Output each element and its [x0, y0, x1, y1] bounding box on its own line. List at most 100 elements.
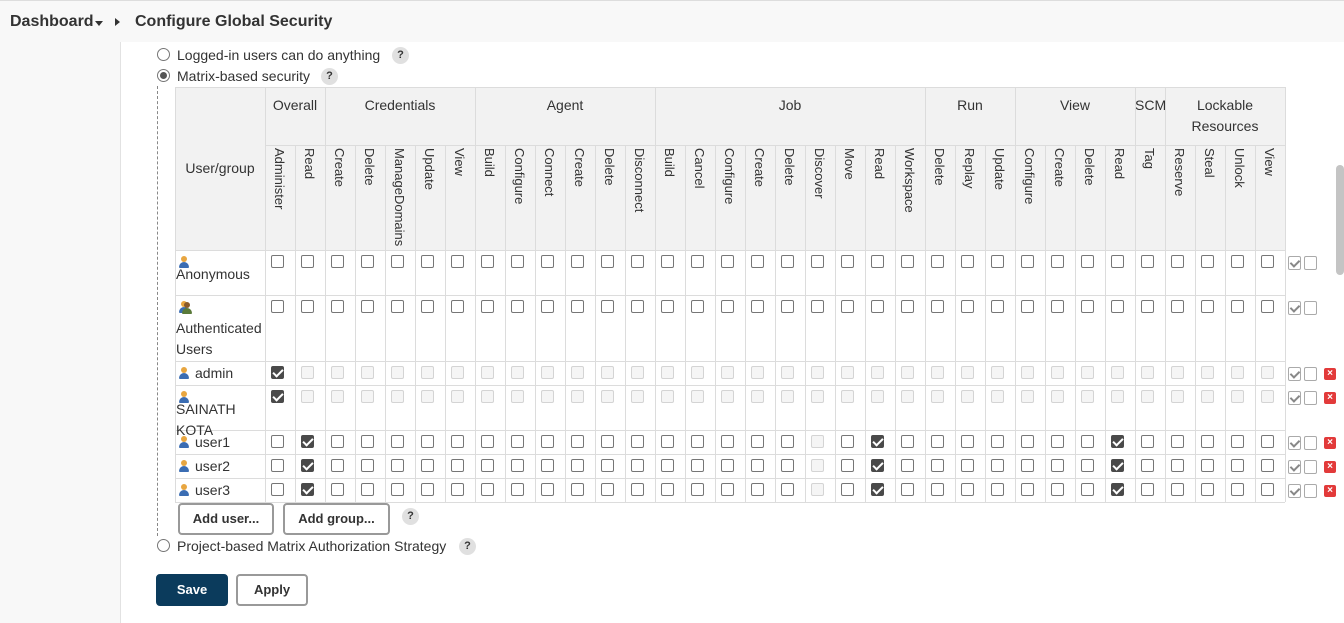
permission-checkbox[interactable]: [1051, 483, 1064, 496]
permission-checkbox[interactable]: [541, 483, 554, 496]
permission-checkbox[interactable]: [1081, 255, 1094, 268]
permission-checkbox[interactable]: [781, 459, 794, 472]
permission-checkbox[interactable]: [811, 255, 824, 268]
permission-checkbox[interactable]: [1051, 255, 1064, 268]
permission-checkbox[interactable]: [511, 435, 524, 448]
permission-checkbox[interactable]: [481, 483, 494, 496]
permission-checkbox[interactable]: [841, 459, 854, 472]
permission-checkbox[interactable]: [1111, 255, 1124, 268]
permission-checkbox[interactable]: [781, 435, 794, 448]
permission-checkbox[interactable]: [1081, 300, 1094, 313]
permission-checkbox[interactable]: [271, 366, 284, 379]
unselect-all-icon[interactable]: [1304, 256, 1317, 270]
permission-checkbox[interactable]: [871, 255, 884, 268]
permission-checkbox[interactable]: [391, 435, 404, 448]
permission-checkbox[interactable]: [901, 483, 914, 496]
permission-checkbox[interactable]: [691, 483, 704, 496]
permission-checkbox[interactable]: [691, 255, 704, 268]
help-icon[interactable]: ?: [402, 508, 419, 525]
permission-checkbox[interactable]: [901, 300, 914, 313]
add-user-button[interactable]: Add user...: [178, 503, 274, 535]
unselect-all-icon[interactable]: [1304, 391, 1317, 405]
permission-checkbox[interactable]: [631, 435, 644, 448]
permission-checkbox[interactable]: [691, 459, 704, 472]
radio-matrix[interactable]: [157, 69, 170, 82]
permission-checkbox[interactable]: [1081, 483, 1094, 496]
permission-checkbox[interactable]: [1021, 483, 1034, 496]
permission-checkbox[interactable]: [721, 435, 734, 448]
permission-checkbox[interactable]: [451, 300, 464, 313]
permission-checkbox[interactable]: [691, 435, 704, 448]
permission-checkbox[interactable]: [1021, 300, 1034, 313]
permission-checkbox[interactable]: [1111, 459, 1124, 472]
permission-checkbox[interactable]: [421, 300, 434, 313]
permission-checkbox[interactable]: [1141, 483, 1154, 496]
permission-checkbox[interactable]: [1171, 459, 1184, 472]
chevron-down-icon[interactable]: [95, 21, 103, 26]
permission-checkbox[interactable]: [931, 435, 944, 448]
permission-checkbox[interactable]: [1261, 435, 1274, 448]
permission-checkbox[interactable]: [601, 459, 614, 472]
permission-checkbox[interactable]: [1231, 300, 1244, 313]
permission-checkbox[interactable]: [571, 483, 584, 496]
permission-checkbox[interactable]: [391, 255, 404, 268]
permission-checkbox[interactable]: [661, 300, 674, 313]
permission-checkbox[interactable]: [901, 459, 914, 472]
permission-checkbox[interactable]: [1231, 459, 1244, 472]
breadcrumb-dashboard[interactable]: Dashboard: [10, 13, 94, 31]
permission-checkbox[interactable]: [841, 483, 854, 496]
permission-checkbox[interactable]: [751, 435, 764, 448]
permission-checkbox[interactable]: [1111, 300, 1124, 313]
permission-checkbox[interactable]: [961, 300, 974, 313]
permission-checkbox[interactable]: [301, 483, 314, 496]
permission-checkbox[interactable]: [511, 459, 524, 472]
permission-checkbox[interactable]: [991, 435, 1004, 448]
permission-checkbox[interactable]: [601, 300, 614, 313]
permission-checkbox[interactable]: [421, 255, 434, 268]
select-all-icon[interactable]: [1288, 301, 1301, 315]
permission-checkbox[interactable]: [421, 459, 434, 472]
permission-checkbox[interactable]: [991, 300, 1004, 313]
permission-checkbox[interactable]: [1051, 435, 1064, 448]
permission-checkbox[interactable]: [301, 300, 314, 313]
unselect-all-icon[interactable]: [1304, 460, 1317, 474]
permission-checkbox[interactable]: [1141, 435, 1154, 448]
permission-checkbox[interactable]: [1141, 255, 1154, 268]
permission-checkbox[interactable]: [361, 435, 374, 448]
permission-checkbox[interactable]: [451, 435, 464, 448]
permission-checkbox[interactable]: [1141, 459, 1154, 472]
permission-checkbox[interactable]: [1081, 435, 1094, 448]
permission-checkbox[interactable]: [511, 300, 524, 313]
permission-checkbox[interactable]: [721, 459, 734, 472]
permission-checkbox[interactable]: [931, 459, 944, 472]
permission-checkbox[interactable]: [1111, 483, 1124, 496]
permission-checkbox[interactable]: [1171, 300, 1184, 313]
delete-icon[interactable]: ×: [1324, 437, 1336, 449]
permission-checkbox[interactable]: [1261, 459, 1274, 472]
scrollbar-thumb[interactable]: [1336, 165, 1344, 275]
permission-checkbox[interactable]: [451, 483, 464, 496]
permission-checkbox[interactable]: [961, 483, 974, 496]
permission-checkbox[interactable]: [1231, 435, 1244, 448]
delete-icon[interactable]: ×: [1324, 368, 1336, 380]
permission-checkbox[interactable]: [781, 483, 794, 496]
permission-checkbox[interactable]: [1261, 300, 1274, 313]
select-all-icon[interactable]: [1288, 484, 1301, 498]
permission-checkbox[interactable]: [601, 255, 614, 268]
permission-checkbox[interactable]: [1081, 459, 1094, 472]
permission-checkbox[interactable]: [931, 255, 944, 268]
permission-checkbox[interactable]: [511, 255, 524, 268]
permission-checkbox[interactable]: [721, 255, 734, 268]
permission-checkbox[interactable]: [871, 435, 884, 448]
permission-checkbox[interactable]: [1171, 435, 1184, 448]
permission-checkbox[interactable]: [1261, 255, 1274, 268]
permission-checkbox[interactable]: [1201, 300, 1214, 313]
permission-checkbox[interactable]: [1201, 459, 1214, 472]
permission-checkbox[interactable]: [331, 255, 344, 268]
permission-checkbox[interactable]: [481, 255, 494, 268]
permission-checkbox[interactable]: [271, 459, 284, 472]
permission-checkbox[interactable]: [331, 483, 344, 496]
permission-checkbox[interactable]: [361, 459, 374, 472]
select-all-icon[interactable]: [1288, 436, 1301, 450]
permission-checkbox[interactable]: [1231, 255, 1244, 268]
